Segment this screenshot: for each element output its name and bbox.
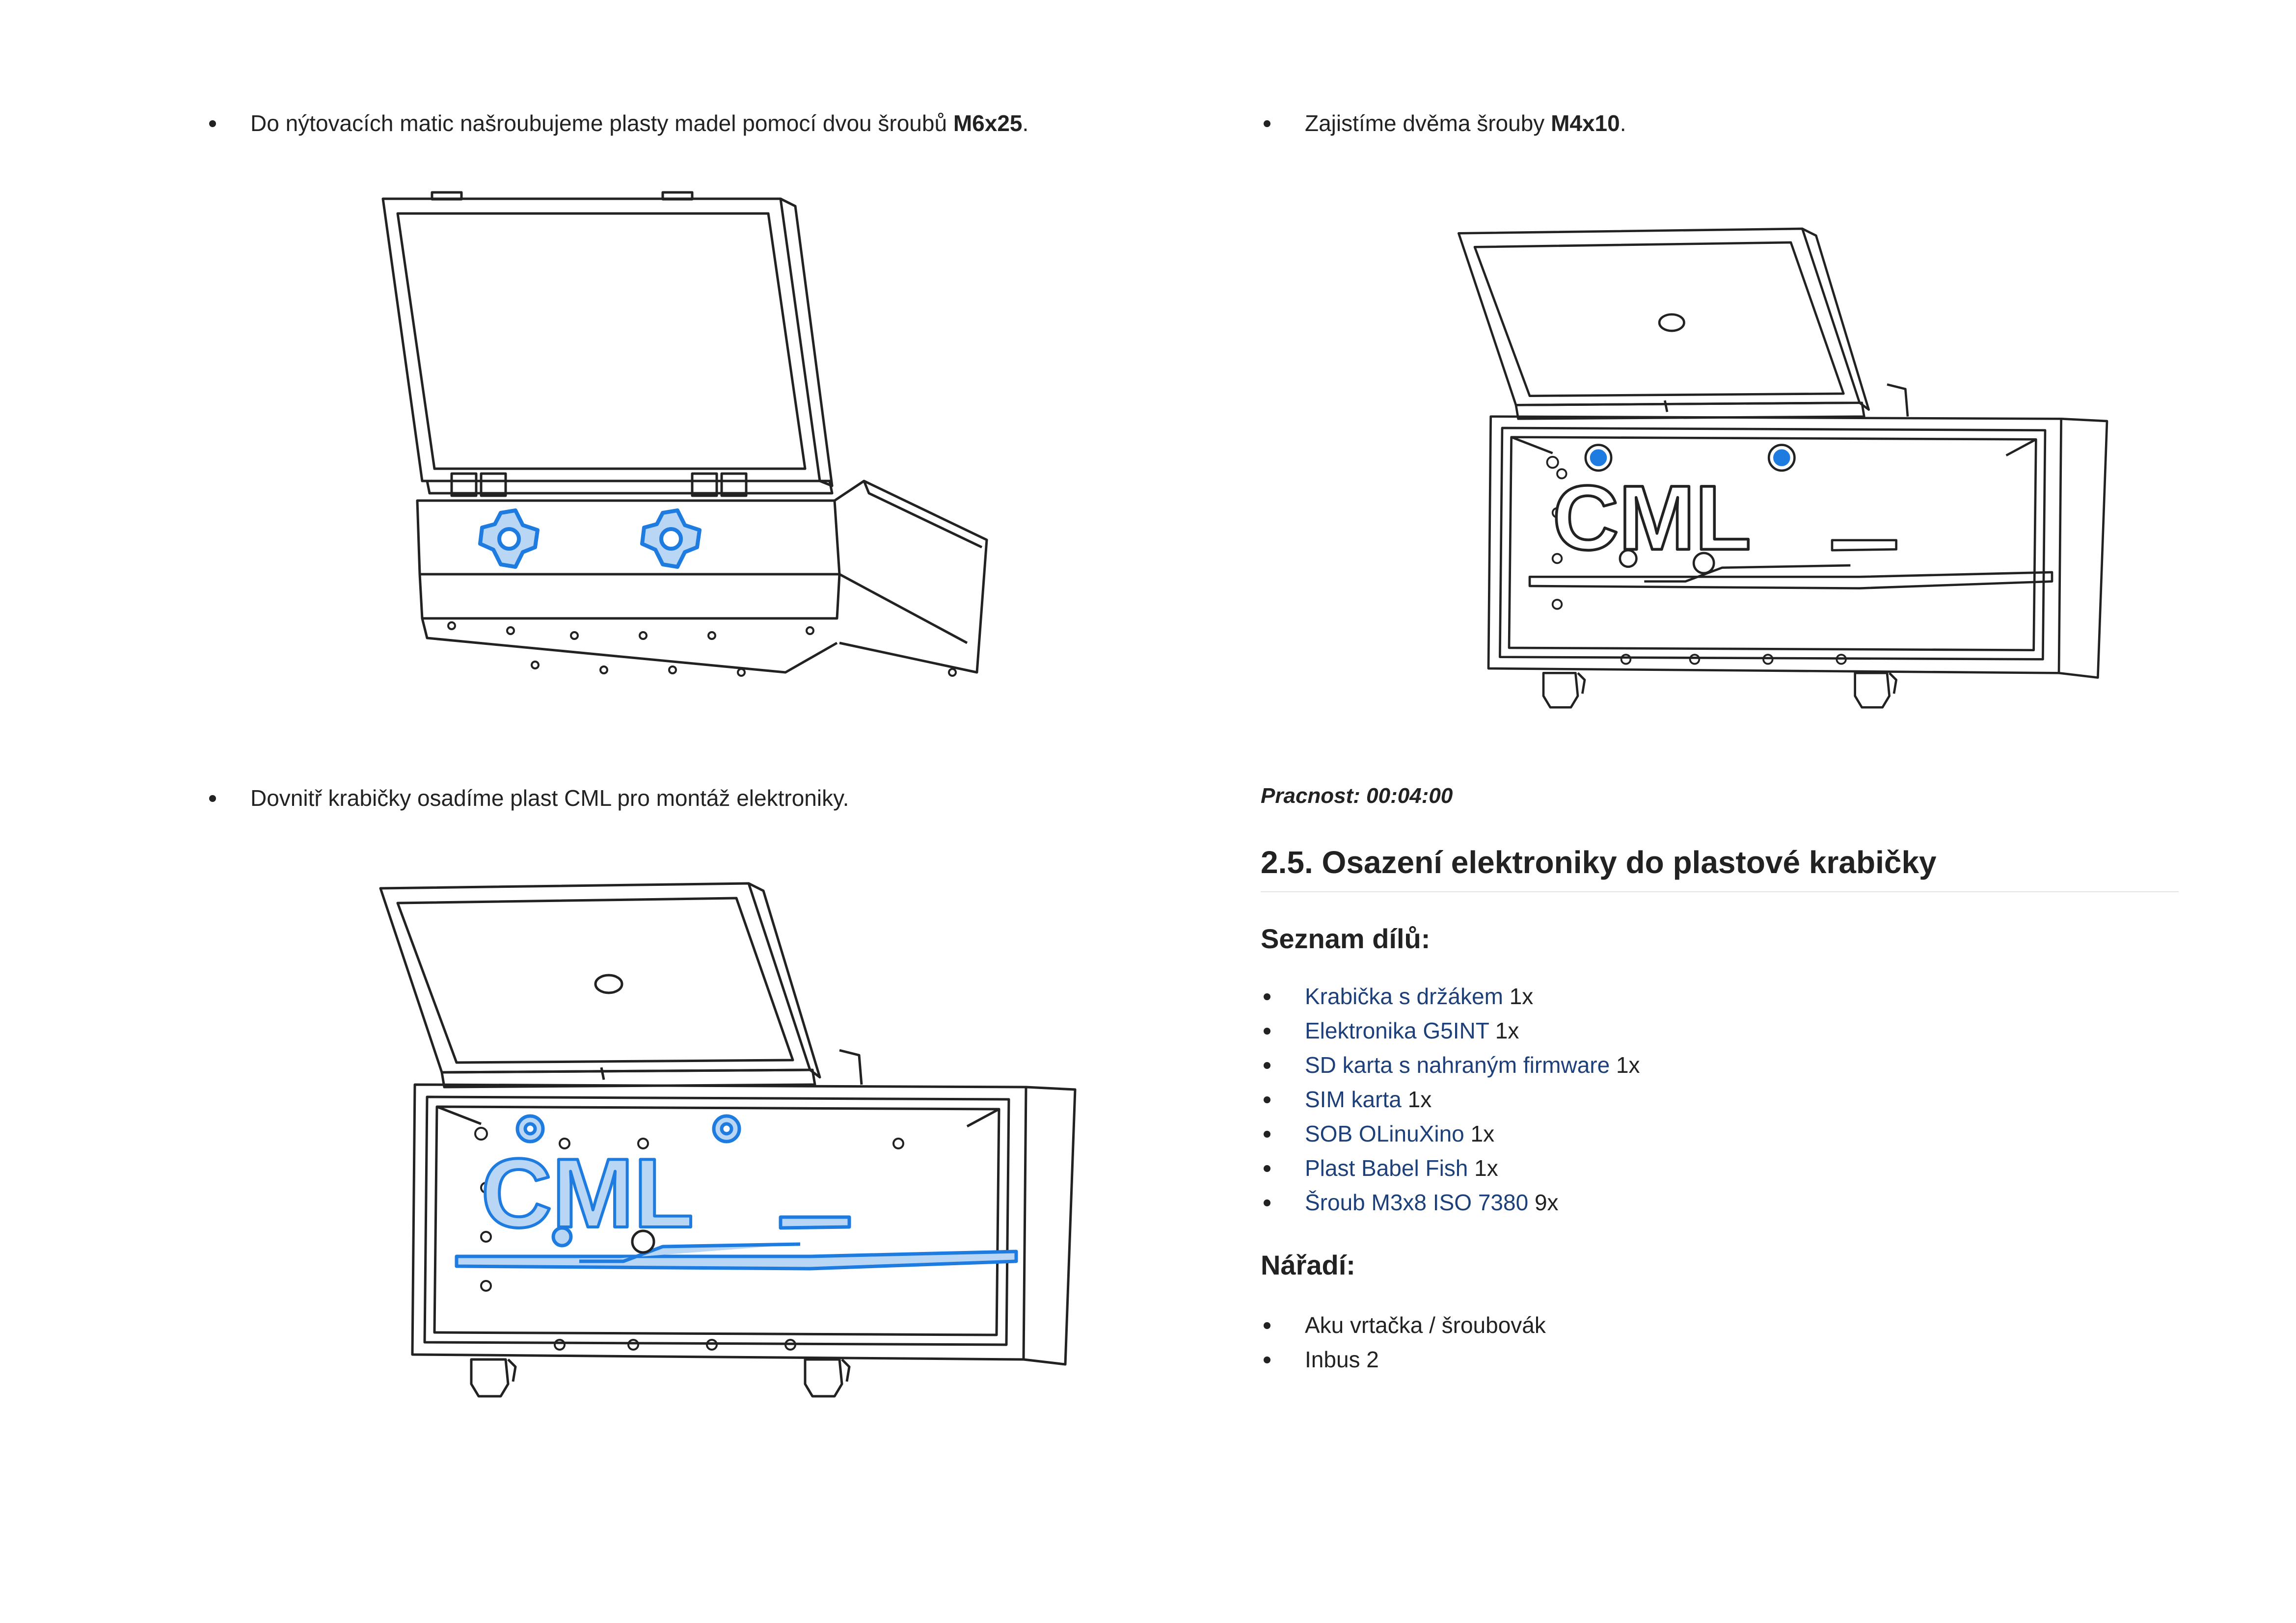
part-link[interactable]: Elektronika G5INT <box>1305 1018 1489 1043</box>
tools-list-item: Aku vrtačka / šroubovák <box>1261 1308 2179 1342</box>
step2-item: Dovnitř krabičky osadíme plast CML pro m… <box>206 781 1178 815</box>
step3-item: Zajistíme dvěma šrouby M4x10. <box>1261 106 2179 140</box>
cml-logo-text: CML <box>481 1139 694 1248</box>
part-link[interactable]: Krabička s držákem <box>1305 984 1503 1009</box>
figure-box-secured: CML <box>1447 206 2134 746</box>
parts-heading: Seznam dílů: <box>1261 923 1431 954</box>
parts-list-item: SD karta s nahraným firmware 1x <box>1261 1048 2179 1082</box>
step1-item: Do nýtovacích matic našroubujeme plasty … <box>206 106 1178 140</box>
section-title: 2.5. Osazení elektroniky do plastové kra… <box>1261 845 1937 880</box>
figure-box-cml-plate: CML <box>368 874 1105 1423</box>
cml-logo-text-outline: CML <box>1553 466 1751 569</box>
parts-list-item: SIM karta 1x <box>1261 1082 2179 1117</box>
parts-list-item: Plast Babel Fish 1x <box>1261 1151 2179 1185</box>
step1-list: Do nýtovacích matic našroubujeme plasty … <box>206 106 1178 140</box>
step1-bolt: M6x25 <box>953 110 1023 136</box>
part-link[interactable]: SIM karta <box>1305 1087 1402 1112</box>
parts-list-item: Krabička s držákem 1x <box>1261 979 2179 1013</box>
step2-list: Dovnitř krabičky osadíme plast CML pro m… <box>206 781 1178 815</box>
step3-bolt: M4x10 <box>1551 110 1620 136</box>
part-link[interactable]: SD karta s nahraným firmware <box>1305 1052 1610 1078</box>
tools-heading: Nářadí: <box>1261 1250 1355 1280</box>
tools-list-item: Inbus 2 <box>1261 1342 2179 1377</box>
labor-time: Pracnost: 00:04:00 <box>1261 784 1453 808</box>
box-cml-plate-drawing: CML <box>379 882 1077 1398</box>
part-link[interactable]: SOB OLinuXino <box>1305 1121 1464 1146</box>
section-divider <box>1261 891 2179 892</box>
box-handles-drawing <box>381 191 988 677</box>
parts-list-item: Šroub M3x8 ISO 7380 9x <box>1261 1185 2179 1220</box>
document-page: Do nýtovacích matic našroubujeme plasty … <box>0 0 2296 1623</box>
step3-list: Zajistíme dvěma šrouby M4x10. <box>1261 106 2179 140</box>
figure-box-handles <box>368 186 1154 702</box>
part-link[interactable]: Plast Babel Fish <box>1305 1155 1468 1181</box>
tools-list: Aku vrtačka / šroubovák Inbus 2 <box>1261 1308 2179 1377</box>
parts-list-item: SOB OLinuXino 1x <box>1261 1117 2179 1151</box>
parts-list: Krabička s držákem 1x Elektronika G5INT … <box>1261 979 2179 1220</box>
box-secured-drawing: CML <box>1458 227 2108 709</box>
parts-list-item: Elektronika G5INT 1x <box>1261 1013 2179 1048</box>
part-link[interactable]: Šroub M3x8 ISO 7380 <box>1305 1190 1528 1215</box>
